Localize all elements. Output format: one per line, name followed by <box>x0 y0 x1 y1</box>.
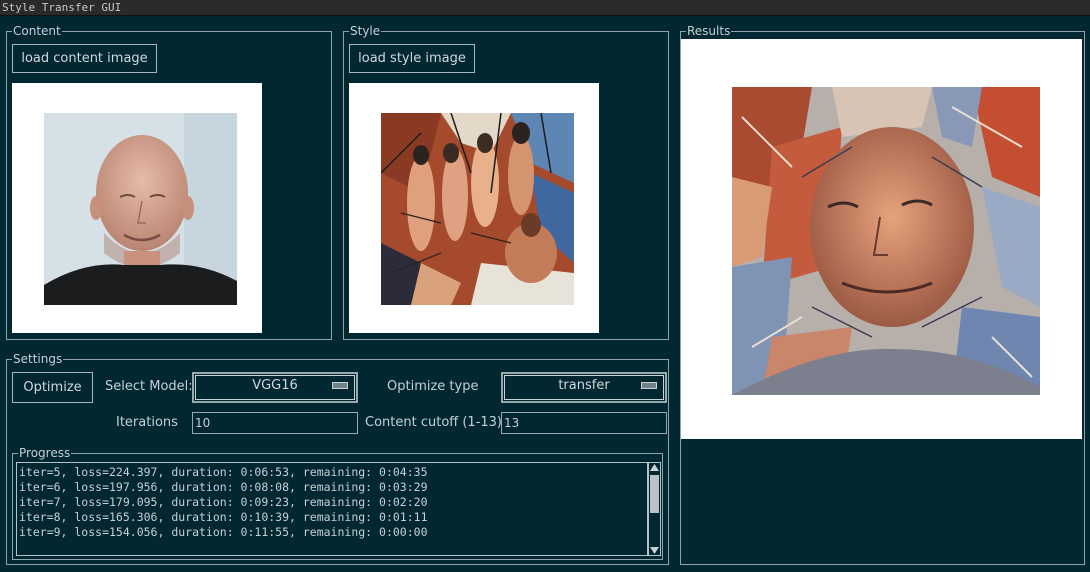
dropdown-indicator-icon <box>332 382 348 389</box>
settings-frame-label: Settings <box>12 351 64 367</box>
content-frame-label: Content <box>12 23 62 39</box>
scroll-up-arrow-icon[interactable] <box>649 463 660 473</box>
optimize-type-label: Optimize type <box>387 379 479 394</box>
results-image <box>732 87 1040 395</box>
optimize-button[interactable]: Optimize <box>12 372 93 403</box>
optimize-type-value: transfer <box>558 378 610 393</box>
dropdown-indicator-icon <box>641 382 657 389</box>
progress-log-line: iter=9, loss=154.056, duration: 0:11:55,… <box>19 525 428 539</box>
window-titlebar: Style Transfer GUI <box>0 0 1090 16</box>
progress-log-line: iter=5, loss=224.397, duration: 0:06:53,… <box>19 465 428 479</box>
progress-log[interactable]: iter=5, loss=224.397, duration: 0:06:53,… <box>16 462 648 556</box>
style-image-panel <box>349 83 599 333</box>
iterations-label: Iterations <box>116 415 178 430</box>
progress-frame-label: Progress <box>18 445 72 461</box>
content-image <box>44 113 237 305</box>
results-frame-label: Results <box>686 23 732 39</box>
window-title: Style Transfer GUI <box>2 1 122 14</box>
progress-log-line: iter=7, loss=179.095, duration: 0:09:23,… <box>19 495 428 509</box>
style-frame-label: Style <box>349 23 382 39</box>
optimize-type-select[interactable]: transfer <box>501 372 667 403</box>
content-cutoff-label: Content cutoff (1-13) <box>365 415 503 430</box>
load-style-image-button[interactable]: load style image <box>349 44 475 73</box>
content-cutoff-input[interactable] <box>501 412 667 434</box>
scrollbar-thumb[interactable] <box>650 475 659 513</box>
select-model-label: Select Model: <box>105 379 193 394</box>
model-select[interactable]: VGG16 <box>192 372 358 403</box>
content-image-panel <box>12 83 262 333</box>
load-content-image-button[interactable]: load content image <box>12 44 157 73</box>
style-image <box>381 113 574 305</box>
progress-log-line: iter=6, loss=197.956, duration: 0:08:08,… <box>19 480 428 494</box>
results-image-panel <box>681 39 1082 439</box>
scroll-down-arrow-icon[interactable] <box>649 545 660 555</box>
progress-log-line: iter=8, loss=165.306, duration: 0:10:39,… <box>19 510 428 524</box>
iterations-input[interactable] <box>192 412 358 434</box>
model-select-value: VGG16 <box>252 378 298 393</box>
progress-scrollbar[interactable] <box>648 462 661 556</box>
